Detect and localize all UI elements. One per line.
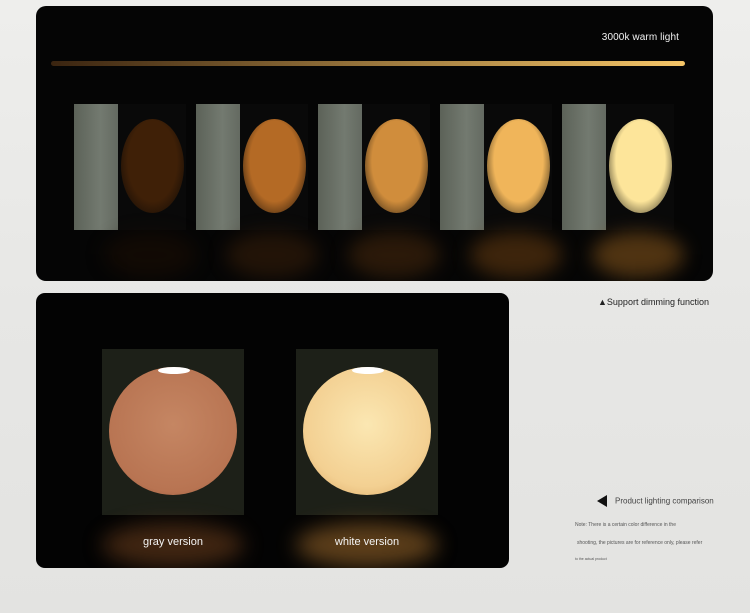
lamp-level-4 bbox=[440, 104, 562, 278]
light-slot bbox=[352, 367, 384, 374]
comparison-text: Product lighting comparison bbox=[615, 496, 714, 506]
wall-board bbox=[196, 104, 240, 230]
lamp-glow bbox=[487, 119, 550, 213]
triangle-up-icon: ▲ bbox=[598, 297, 607, 307]
lamp-level-5 bbox=[562, 104, 684, 278]
white-version-label: white version bbox=[334, 536, 400, 548]
wall-board bbox=[440, 104, 484, 230]
lamp-level-3 bbox=[318, 104, 440, 278]
lamp-level-2 bbox=[196, 104, 318, 278]
lamp-level-1 bbox=[74, 104, 196, 278]
light-slot bbox=[158, 367, 190, 374]
gray-version-label: gray version bbox=[143, 536, 203, 548]
floor-reflection bbox=[104, 232, 196, 278]
floor-reflection bbox=[592, 232, 684, 278]
dimming-text: Support dimming function bbox=[606, 297, 709, 307]
triangle-left-icon bbox=[597, 494, 607, 507]
gray-version-lamp bbox=[102, 349, 244, 515]
dimming-caption: ▲Support dimming function bbox=[598, 297, 709, 307]
white-lamp-disc bbox=[303, 367, 431, 495]
lamp-glow bbox=[243, 119, 306, 213]
note-line: shooting, the pictures are for reference… bbox=[577, 540, 703, 546]
note-line: to the actual product bbox=[575, 557, 607, 561]
color-difference-note: Note: There is a certain color differenc… bbox=[575, 522, 725, 561]
floor-reflection bbox=[226, 232, 318, 278]
lamp-glow bbox=[609, 119, 672, 213]
floor-reflection bbox=[470, 232, 562, 278]
lamp-glow bbox=[121, 119, 184, 213]
wall-board bbox=[74, 104, 118, 230]
version-comparison-panel: gray version white version bbox=[36, 293, 509, 568]
white-version-lamp bbox=[296, 349, 438, 515]
note-line: Note: There is a certain color differenc… bbox=[575, 522, 676, 528]
floor-reflection bbox=[348, 232, 440, 278]
gray-lamp-disc bbox=[109, 367, 237, 495]
comparison-caption: Product lighting comparison bbox=[597, 492, 714, 510]
wall-board bbox=[562, 104, 606, 230]
lamp-glow bbox=[365, 119, 428, 213]
warm-light-panel: 3000k warm light bbox=[36, 6, 713, 281]
wall-board bbox=[318, 104, 362, 230]
dimming-levels-row bbox=[36, 6, 713, 281]
